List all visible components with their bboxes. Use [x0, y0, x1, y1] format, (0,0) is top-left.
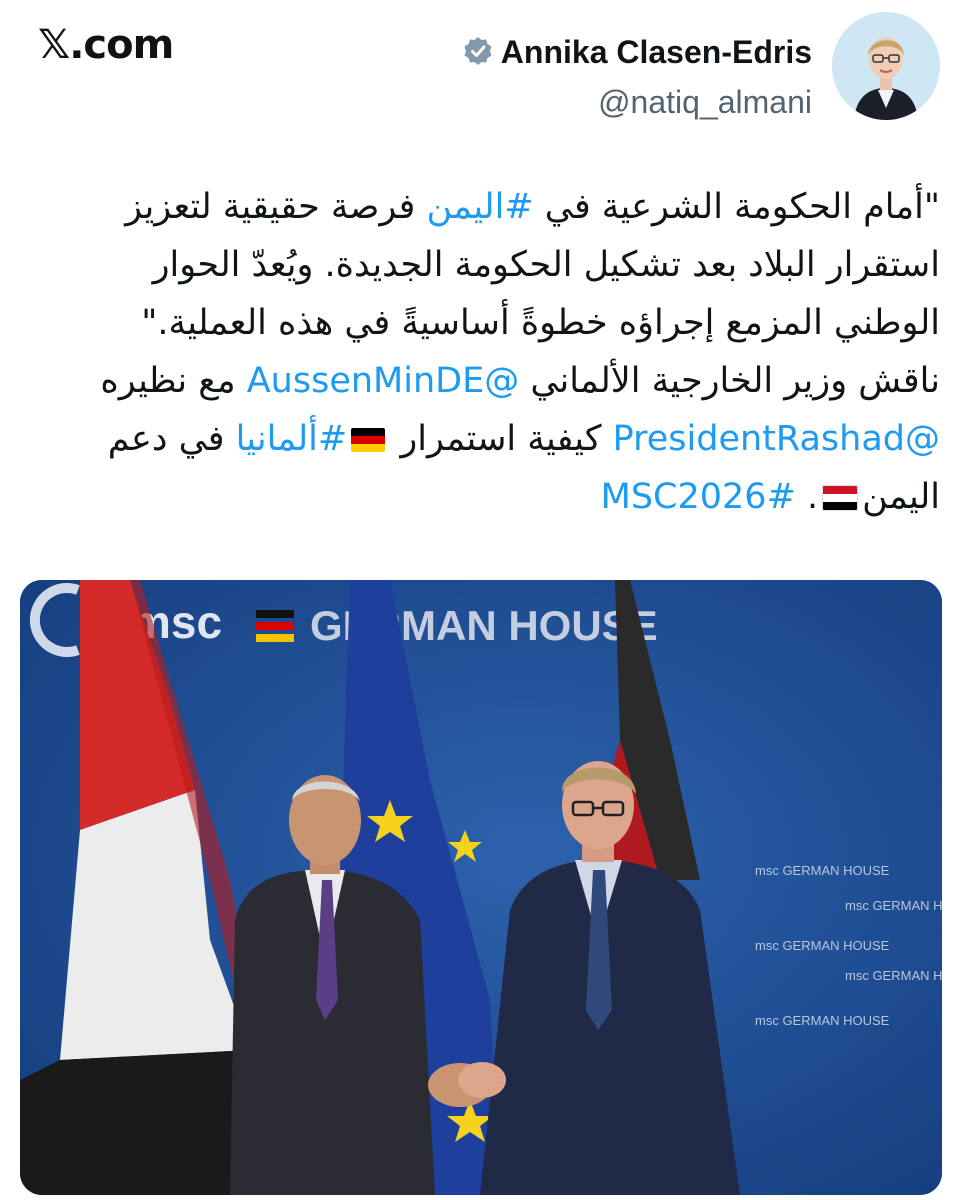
backdrop-small-logo: msc GERMAN HOUSE [755, 863, 890, 878]
author-avatar[interactable] [832, 12, 940, 120]
tweet-line-6: اليمن. #MSC2026 [600, 477, 940, 517]
author-handle[interactable]: @natiq_almani [598, 84, 812, 121]
tweet-line-5: @PresidentRashad كيفية استمرار #ألمانيا … [107, 419, 940, 459]
backdrop-small-logo: msc GERMAN HOUSE [755, 938, 890, 953]
germany-flag-icon [351, 428, 386, 452]
tweet-line-3: الوطني المزمع إجراؤه خطوةً أساسيةً في هذ… [141, 303, 940, 343]
backdrop-small-logo: msc GERMAN HOUSE [755, 1013, 890, 1028]
author-name[interactable]: Annika Clasen-Edris [501, 34, 812, 71]
x-logo[interactable]: 𝕏.com [38, 22, 174, 68]
hashtag-germany-link[interactable]: #ألمانيا [236, 419, 348, 459]
tweet-author[interactable]: Annika Clasen-Edris @natiq_almani [380, 12, 940, 124]
backdrop-small-logo: msc GERMAN HOUSE [845, 968, 942, 983]
tweet-line-1: "أمام الحكومة الشرعية في #اليمن فرصة حقي… [125, 187, 940, 227]
mention-aussenminde-link[interactable]: @AussenMinDE [247, 361, 519, 401]
hashtag-msc2026-link[interactable]: #MSC2026 [601, 477, 796, 517]
tweet-photo[interactable]: msc GERMAN HOUSE msc GERMAN HOUSE msc GE… [20, 580, 942, 1195]
yemen-flag-icon [822, 485, 859, 511]
backdrop-small-logo: msc GERMAN HOUSE [845, 898, 942, 913]
tweet-text: "أمام الحكومة الشرعية في #اليمن فرصة حقي… [30, 178, 940, 526]
verified-badge-icon [463, 36, 493, 70]
hashtag-yemen-link[interactable]: #اليمن [426, 187, 533, 227]
mention-presidentrashad-link[interactable]: @PresidentRashad [613, 419, 940, 459]
tweet-line-4: ناقش وزير الخارجية الألماني @AussenMinDE… [100, 361, 940, 401]
tweet-line-2: استقرار البلاد بعد تشكيل الحكومة الجديدة… [152, 245, 940, 285]
